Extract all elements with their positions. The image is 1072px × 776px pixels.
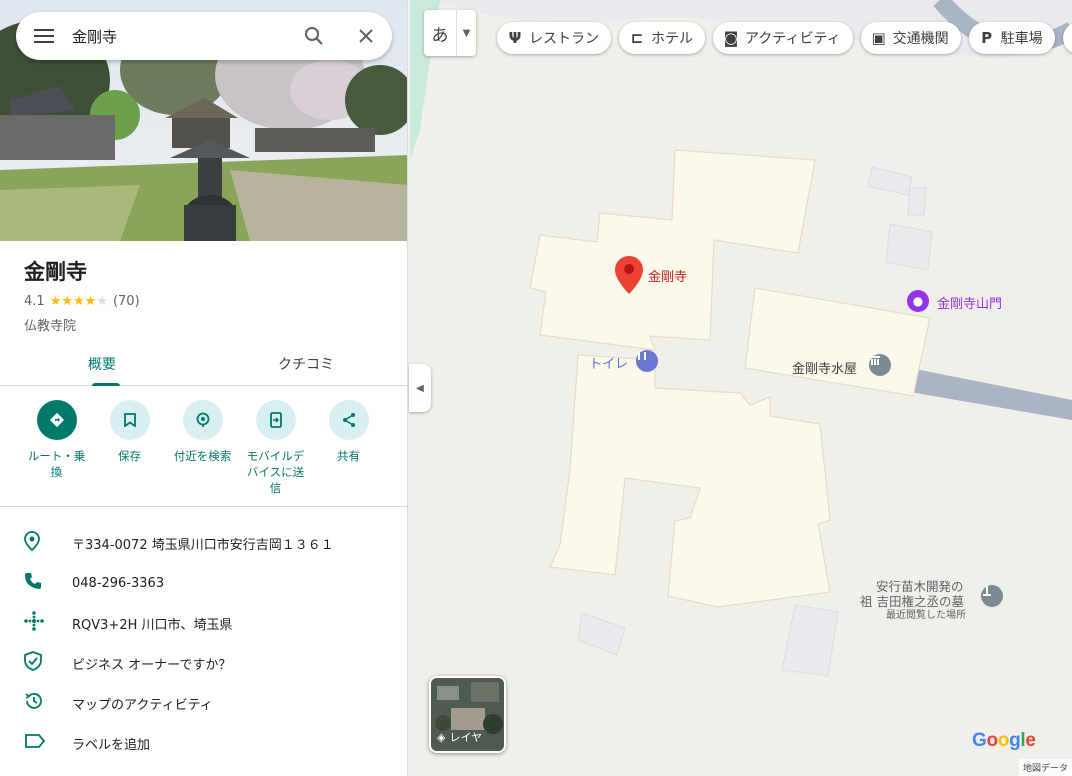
chevron-left-icon: ◀	[416, 382, 424, 394]
chip-more[interactable]: ⊡	[1062, 22, 1072, 54]
chip-label: レストラン	[529, 31, 599, 47]
category-chips: Ψ レストラン ⊏ ホテル ◙ アクティビティ ▣ 交通機関 P 駐車場 ⊡	[497, 22, 1072, 54]
save-label: 保存	[118, 449, 141, 463]
lang-char: あ	[431, 25, 449, 46]
close-icon[interactable]	[340, 12, 392, 60]
map-label-toilet[interactable]: トイレ	[589, 353, 628, 372]
phone-text: 048-296-3363	[72, 575, 165, 591]
map-attribution[interactable]: 地図データ	[1018, 759, 1072, 776]
label-icon	[0, 733, 72, 753]
parking-icon: P	[981, 29, 993, 47]
search-icon[interactable]	[288, 12, 340, 60]
address-text: 〒334-0072 埼玉県川口市安行吉岡１３６１	[72, 537, 334, 553]
place-category[interactable]: 仏教寺院	[24, 315, 76, 334]
review-count[interactable]: (70)	[113, 294, 140, 309]
place-info-list: 〒334-0072 埼玉県川口市安行吉岡１３６１ 048-296-3363 RQ…	[0, 523, 407, 763]
layers-icon: ◈	[437, 730, 446, 744]
verified-shield-icon	[0, 651, 72, 675]
shrine-icon[interactable]	[869, 354, 891, 376]
layers-label: レイヤ	[449, 731, 483, 744]
nearby-search-icon	[182, 400, 223, 440]
caret-down-icon[interactable]: ▼	[456, 10, 476, 56]
layers-button[interactable]: ◈ レイヤ	[429, 676, 506, 753]
chip-label: 駐車場	[1000, 31, 1043, 47]
map-label-main[interactable]: 金剛寺	[648, 266, 687, 285]
owner-row[interactable]: ビジネス オーナーですか？	[0, 643, 407, 683]
rating-row[interactable]: 4.1 ★★★★★ (70)	[24, 294, 140, 309]
send-to-phone-label: モバイルデバイスに送信	[246, 449, 305, 495]
send-to-phone-icon	[255, 400, 296, 440]
transit-icon: ▣	[871, 29, 886, 47]
google-logo: Google	[972, 730, 1036, 751]
temple-gate-icon[interactable]: ●	[907, 290, 929, 312]
menu-icon[interactable]	[16, 29, 72, 43]
camera-icon: ◙	[723, 29, 739, 47]
history-icon	[0, 691, 72, 715]
plus-code-row[interactable]: RQV3+2H 川口市、埼玉県	[0, 603, 407, 643]
share-button[interactable]: 共有	[312, 400, 385, 496]
place-title: 金剛寺	[24, 260, 87, 284]
chip-parking[interactable]: P 駐車場	[968, 22, 1055, 54]
share-icon	[328, 400, 369, 440]
send-to-phone-button[interactable]: モバイルデバイスに送信	[239, 400, 312, 496]
monument-icon[interactable]	[981, 585, 1003, 607]
section-divider	[0, 506, 407, 507]
activity-row[interactable]: マップのアクティビティ	[0, 683, 407, 723]
chip-restaurant[interactable]: Ψ レストラン	[497, 22, 611, 54]
layers-label-row: ◈ レイヤ	[437, 729, 482, 745]
chip-label: 交通機関	[892, 31, 949, 47]
map-label-mizuya[interactable]: 金剛寺水屋	[792, 358, 857, 377]
save-button[interactable]: 保存	[93, 400, 166, 496]
nearby-search-button[interactable]: 付近を検索	[166, 400, 239, 496]
place-tabs: 概要 クチコミ	[0, 342, 407, 386]
restroom-icon[interactable]	[636, 350, 658, 372]
directions-label: ルート・乗換	[27, 449, 86, 479]
chip-hotel[interactable]: ⊏ ホテル	[619, 22, 705, 54]
activity-text: マップのアクティビティ	[72, 697, 213, 713]
directions-icon	[36, 400, 77, 440]
input-tools-button[interactable]: あ ▼	[424, 10, 476, 56]
share-label: 共有	[337, 449, 360, 463]
search-box[interactable]	[16, 12, 392, 60]
chip-label: ホテル	[651, 31, 693, 47]
chip-transit[interactable]: ▣ 交通機関	[860, 22, 961, 54]
hotel-icon: ⊏	[630, 29, 644, 47]
tab-reviews[interactable]: クチコミ	[204, 342, 407, 385]
phone-row[interactable]: 048-296-3363	[0, 563, 407, 603]
add-label-row[interactable]: ラベルを追加	[0, 723, 407, 763]
directions-button[interactable]: ルート・乗換	[20, 400, 93, 496]
search-input[interactable]	[72, 27, 288, 45]
collapse-panel-button[interactable]: ◀	[409, 364, 431, 412]
chip-activity[interactable]: ◙ アクティビティ	[713, 22, 853, 54]
bookmark-icon	[109, 400, 150, 440]
restaurant-icon: Ψ	[508, 29, 522, 47]
plus-code-icon	[0, 611, 72, 635]
owner-text: ビジネス オーナーですか？	[72, 657, 232, 673]
map-label-gate[interactable]: 金剛寺山門	[937, 293, 1002, 312]
action-buttons: ルート・乗換 保存 付近を検索 モバイルデバイスに送信 共有	[20, 400, 385, 496]
address-row[interactable]: 〒334-0072 埼玉県川口市安行吉岡１３６１	[0, 523, 407, 563]
rating-stars-icon: ★★★★★	[49, 294, 108, 309]
phone-icon	[0, 572, 72, 594]
rating-value: 4.1	[24, 294, 45, 309]
tab-overview[interactable]: 概要	[0, 342, 204, 386]
plus-code-text: RQV3+2H 川口市、埼玉県	[72, 617, 233, 633]
map-label-recently-viewed: 最近閲覧した場所	[886, 610, 966, 621]
chip-label: アクティビティ	[745, 31, 841, 47]
nearby-search-label: 付近を検索	[173, 449, 232, 463]
place-panel: 金剛寺 4.1 ★★★★★ (70) 仏教寺院 概要 クチコミ ルート・乗換 保…	[0, 0, 408, 776]
add-label-text: ラベルを追加	[72, 737, 151, 753]
location-pin-icon	[0, 531, 72, 555]
